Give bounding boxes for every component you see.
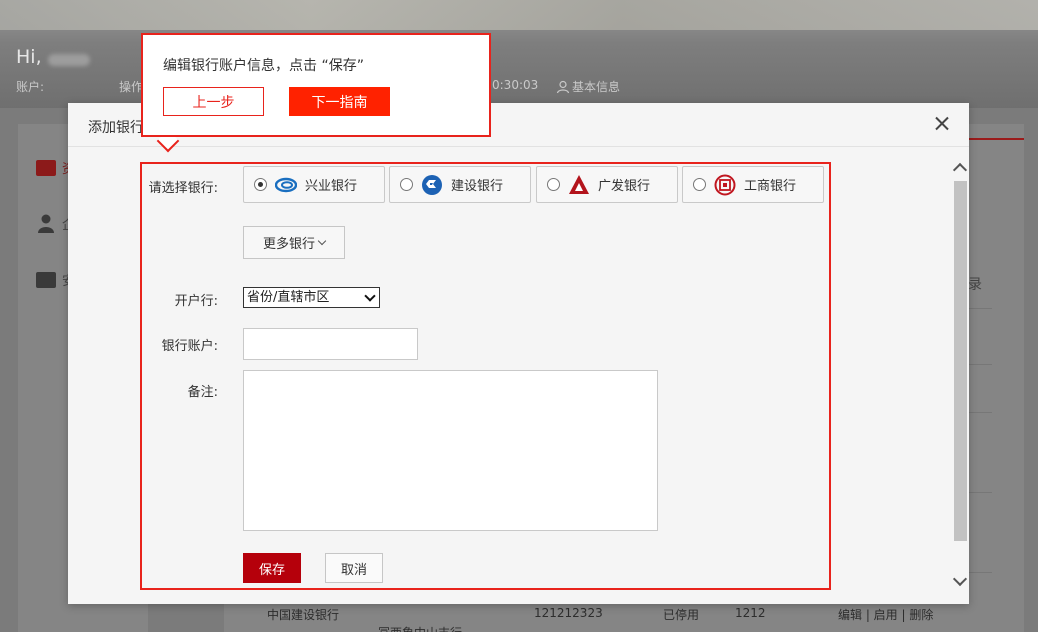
province-select[interactable]: 省份/直辖市区	[243, 287, 380, 308]
branch-label: 开户行:	[174, 294, 218, 309]
account-label: 账户:	[16, 80, 45, 94]
chevron-down-icon	[364, 290, 376, 302]
bank-option-cib[interactable]: 兴业银行	[243, 166, 385, 203]
row-divider	[968, 572, 992, 573]
save-button[interactable]: 保存	[243, 553, 301, 583]
cgb-logo-icon	[569, 174, 589, 194]
more-banks-label: 更多银行	[262, 237, 315, 252]
province-select-value: 省份/直辖市区	[247, 290, 330, 305]
guide-next-button[interactable]: 下一指南	[289, 87, 390, 116]
card-icon	[36, 159, 56, 176]
radio-checked[interactable]	[254, 178, 267, 191]
scroll-down-arrow[interactable]	[952, 573, 968, 589]
row-divider	[968, 412, 992, 413]
bank-option-icbc[interactable]: 工商银行	[682, 166, 824, 203]
table-cell-status: 已停用	[663, 608, 700, 622]
radio-unchecked[interactable]	[400, 178, 413, 191]
guide-prev-button[interactable]: 上一步	[163, 87, 264, 116]
scrollbar-thumb[interactable]	[954, 181, 967, 541]
header-photo	[0, 0, 1038, 30]
records-tab-label[interactable]: 录	[968, 274, 982, 294]
bank-option-label: 建设银行	[451, 179, 504, 194]
close-icon[interactable]	[931, 113, 953, 135]
remark-label: 备注:	[187, 385, 218, 400]
login-time: 0:30:03	[492, 78, 539, 92]
chevron-down-icon	[317, 236, 327, 246]
more-banks-button[interactable]: 更多银行	[243, 226, 345, 259]
tab-active-indicator	[968, 138, 1024, 140]
radio-unchecked[interactable]	[547, 178, 560, 191]
row-divider	[968, 492, 992, 493]
user-outline-icon	[556, 80, 570, 93]
basic-info-link[interactable]: 基本信息	[556, 78, 620, 95]
bank-option-label: 兴业银行	[305, 179, 358, 194]
operation-label: 操作	[119, 80, 144, 94]
basic-info-label: 基本信息	[572, 80, 621, 94]
remark-textarea[interactable]	[243, 370, 658, 531]
radio-unchecked[interactable]	[693, 178, 706, 191]
cib-logo-icon	[275, 177, 297, 192]
account-label: 银行账户:	[161, 339, 218, 354]
table-cell-remark: 1212	[735, 606, 766, 620]
bank-option-cgb[interactable]: 广发银行	[536, 166, 678, 203]
ccb-logo-icon	[422, 174, 442, 195]
table-cell-branch: 冨西象中山支行	[378, 624, 462, 632]
modal-title: 添加银行	[88, 120, 144, 136]
bank-option-label: 工商银行	[744, 179, 797, 194]
row-divider	[968, 364, 992, 365]
bank-account-input[interactable]	[243, 328, 418, 360]
bank-option-ccb[interactable]: 建设银行	[389, 166, 531, 203]
card-icon	[36, 271, 56, 288]
scroll-up-arrow[interactable]	[952, 159, 968, 175]
username-placeholder	[48, 54, 90, 66]
table-cell-account: 121212323	[534, 606, 603, 620]
table-cell-bank: 中国建设银行	[267, 608, 340, 622]
bank-option-label: 广发银行	[598, 179, 651, 194]
greeting-text: Hi,	[16, 46, 42, 68]
user-icon	[38, 214, 54, 233]
guide-text: 编辑银行账户信息，点击 “保存”	[163, 58, 364, 74]
row-divider	[968, 308, 992, 309]
guide-tooltip: 编辑银行账户信息，点击 “保存” 上一步 下一指南	[141, 33, 491, 137]
cancel-button[interactable]: 取消	[325, 553, 383, 583]
table-row-actions[interactable]: 编辑 | 启用 | 删除	[838, 606, 933, 623]
bank-select-label: 请选择银行:	[148, 181, 218, 196]
icbc-logo-icon	[714, 174, 736, 195]
